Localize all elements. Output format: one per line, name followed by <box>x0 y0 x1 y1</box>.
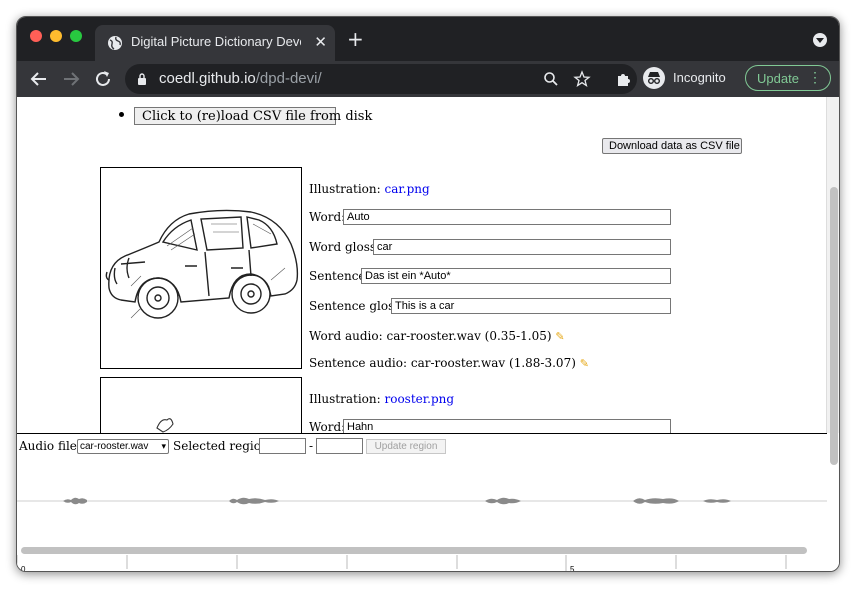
magnifier-icon[interactable] <box>543 71 559 87</box>
url-path: /dpd-devi/ <box>255 70 322 87</box>
sentence-audio-label: Sentence audio: <box>309 356 408 370</box>
minimize-window-button[interactable] <box>50 30 62 42</box>
timeline-label-0: 0 <box>21 565 26 572</box>
puzzle-icon[interactable] <box>615 70 633 88</box>
audio-file-selected: car-rooster.wav <box>80 441 149 452</box>
more-options-icon[interactable]: ⋮ <box>808 69 822 86</box>
close-tab-icon[interactable]: ✕ <box>314 33 327 51</box>
word-audio-label: Word audio: <box>309 329 383 343</box>
illustration-label-text: Illustration: <box>309 392 381 406</box>
url-text: coedl.github.io/dpd-devi/ <box>159 70 322 87</box>
maximize-window-button[interactable] <box>70 30 82 42</box>
new-tab-button[interactable]: + <box>347 29 364 49</box>
sentence-gloss-input[interactable]: This is a car <box>391 298 671 314</box>
download-csv-label: Download data as CSV file <box>609 140 740 152</box>
reload-csv-label: Click to (re)load CSV file from disk <box>142 109 373 124</box>
vertical-scrollbar[interactable] <box>826 97 839 465</box>
selected-region-label: Selected region: <box>173 439 273 453</box>
audio-file-label: Audio file: <box>19 439 81 453</box>
word-label: Word: <box>309 210 346 224</box>
region-start-input[interactable] <box>259 438 306 454</box>
star-icon[interactable] <box>573 70 591 88</box>
url-host: coedl.github.io <box>159 70 256 87</box>
incognito-icon <box>643 67 665 89</box>
region-separator: - <box>309 439 314 453</box>
list-bullet <box>119 112 124 117</box>
incognito-label: Incognito <box>673 70 726 85</box>
tab-search-icon[interactable] <box>813 33 827 47</box>
download-csv-button[interactable]: Download data as CSV file <box>602 138 742 154</box>
vertical-scrollbar-thumb[interactable] <box>830 187 838 465</box>
illustration-file-link[interactable]: car.png <box>385 182 430 196</box>
forward-arrow-icon[interactable] <box>59 67 83 91</box>
word-gloss-input[interactable]: car <box>373 239 671 255</box>
region-end-input[interactable] <box>316 438 363 454</box>
update-label: Update <box>757 71 799 86</box>
page-viewport: Click to (re)load CSV file from disk Dow… <box>17 97 839 572</box>
illustration-file-link[interactable]: rooster.png <box>385 392 455 406</box>
reload-csv-button[interactable]: Click to (re)load CSV file from disk <box>134 107 372 125</box>
word-audio-row: Word audio: car-rooster.wav (0.35-1.05) … <box>309 329 565 343</box>
illustration-label-text: Illustration: <box>309 182 381 196</box>
pencil-icon[interactable]: ✎ <box>580 357 589 370</box>
tab-title: Digital Picture Dictionary Devel <box>131 34 301 49</box>
active-tab[interactable]: Digital Picture Dictionary Devel ✕ <box>95 25 335 61</box>
word-audio-value: car-rooster.wav (0.35-1.05) <box>386 329 552 343</box>
update-region-button[interactable]: Update region <box>366 439 446 454</box>
close-window-button[interactable] <box>30 30 42 42</box>
car-illustration <box>100 167 302 369</box>
chevron-down-icon: ▾ <box>161 441 166 451</box>
lock-icon <box>138 73 146 85</box>
globe-icon <box>108 36 122 50</box>
illustration-label: Illustration: rooster.png <box>309 392 454 406</box>
waveform[interactable] <box>17 464 827 554</box>
update-button[interactable]: Update ⋮ <box>745 65 831 91</box>
word-gloss-label: Word gloss: <box>309 240 381 254</box>
illustration-label: Illustration: car.png <box>309 182 430 196</box>
browser-toolbar: coedl.github.io/dpd-devi/ Incognito Upda… <box>17 61 839 97</box>
horizontal-scrollbar[interactable] <box>21 547 807 554</box>
audio-editor-panel: Audio file: car-rooster.wav ▾ Selected r… <box>17 433 827 572</box>
address-bar[interactable]: coedl.github.io/dpd-devi/ <box>125 64 637 94</box>
timeline-label-5: 5 <box>570 565 575 572</box>
pencil-icon[interactable]: ✎ <box>555 330 564 343</box>
back-arrow-icon[interactable] <box>27 67 51 91</box>
word-label: Word: <box>309 420 346 434</box>
car-drawing <box>105 209 299 319</box>
reload-icon[interactable] <box>91 67 115 91</box>
sentence-audio-row: Sentence audio: car-rooster.wav (1.88-3.… <box>309 356 589 370</box>
sentence-input[interactable]: Das ist ein *Auto* <box>361 268 671 284</box>
browser-window: Digital Picture Dictionary Devel ✕ + coe… <box>16 16 840 572</box>
tab-strip: Digital Picture Dictionary Devel ✕ + <box>17 17 839 61</box>
word-input[interactable]: Auto <box>343 209 671 225</box>
timeline-ruler: 0 5 <box>17 555 787 572</box>
audio-file-select[interactable]: car-rooster.wav ▾ <box>77 439 169 454</box>
sentence-audio-value: car-rooster.wav (1.88-3.07) <box>410 356 576 370</box>
